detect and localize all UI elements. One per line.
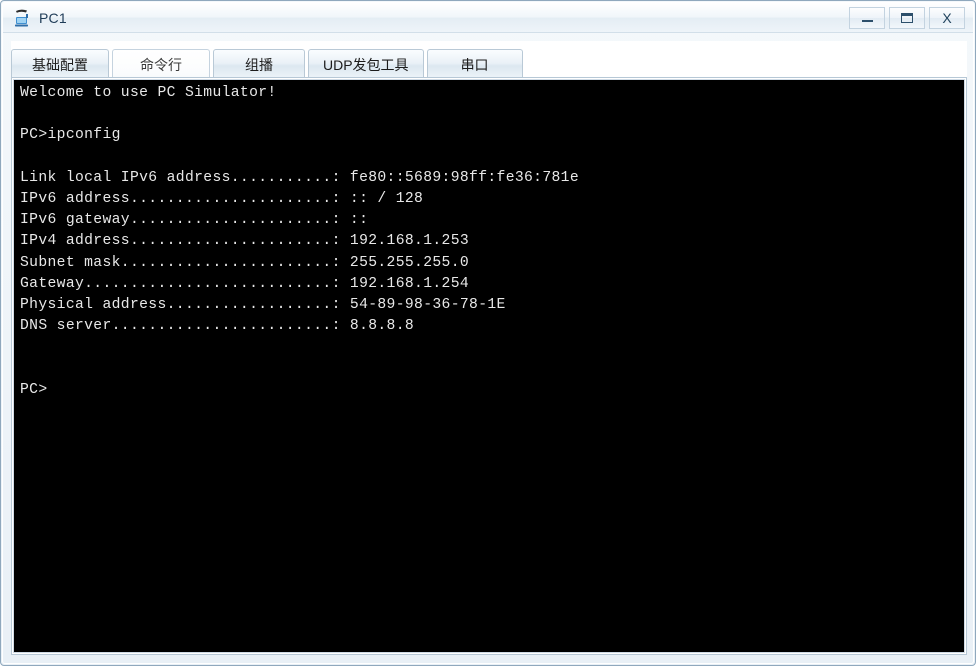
- tab-basic-config[interactable]: 基础配置: [11, 49, 109, 79]
- tab-label: 组播: [245, 56, 273, 73]
- tab-udp-packet-tool[interactable]: UDP发包工具: [308, 49, 424, 79]
- tab-command-line[interactable]: 命令行: [112, 49, 210, 79]
- title-bar[interactable]: PC1 X: [3, 3, 973, 33]
- maximize-icon: [901, 12, 913, 23]
- window-controls: X: [849, 6, 965, 29]
- pc1-window: PC1 X 基础配置 命令行 组播 UDP发包工具 串口 Welcome to …: [0, 0, 976, 666]
- maximize-button[interactable]: [889, 6, 925, 29]
- terminal-console[interactable]: Welcome to use PC Simulator! PC>ipconfig…: [13, 79, 965, 653]
- tab-label: UDP发包工具: [323, 56, 409, 73]
- close-button[interactable]: X: [929, 6, 965, 29]
- window-title: PC1: [39, 9, 67, 26]
- minimize-icon: [861, 20, 873, 22]
- tab-serial-port[interactable]: 串口: [426, 49, 523, 79]
- terminal-output: Welcome to use PC Simulator! PC>ipconfig…: [20, 85, 579, 398]
- tab-label: 串口: [460, 56, 489, 73]
- tab-bar: 基础配置 命令行 组播 UDP发包工具 串口: [11, 41, 967, 79]
- close-icon: X: [942, 9, 952, 26]
- tab-label: 命令行: [140, 56, 182, 73]
- terminal-frame: Welcome to use PC Simulator! PC>ipconfig…: [11, 77, 967, 655]
- tab-label: 基础配置: [32, 56, 88, 73]
- minimize-button[interactable]: [849, 6, 885, 29]
- pc-device-icon: [13, 8, 33, 28]
- tab-multicast[interactable]: 组播: [213, 49, 305, 79]
